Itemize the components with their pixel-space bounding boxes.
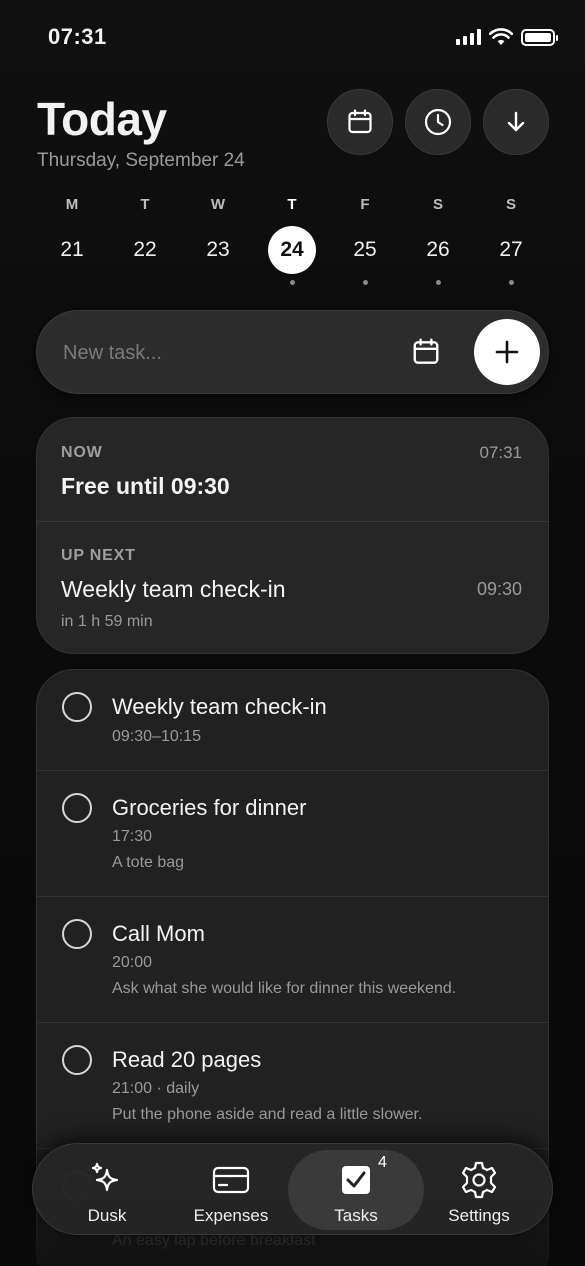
tab-label: Settings	[448, 1206, 510, 1225]
task-item[interactable]: Weekly team check-in 09:30–10:15	[37, 670, 548, 771]
day-number: 23	[206, 238, 230, 261]
task-time: 17:30	[112, 828, 153, 845]
tab-label: Expenses	[193, 1206, 269, 1225]
day-23[interactable]: W 23	[190, 194, 246, 274]
task-title: Call Mom	[112, 921, 205, 946]
status-bar: 07:31	[48, 22, 558, 54]
calendar-button[interactable]	[327, 89, 393, 155]
task-time: 21:00 · daily	[112, 1080, 200, 1097]
task-note: A tote bag	[112, 854, 185, 871]
calendar-icon	[348, 109, 372, 134]
event-dot	[508, 280, 514, 285]
wifi-icon	[489, 28, 513, 45]
gear-icon	[461, 1161, 497, 1199]
tasks-badge: 4	[378, 1154, 387, 1171]
now-label: NOW	[61, 444, 103, 461]
day-27[interactable]: S 27	[483, 194, 539, 285]
day-number: 24	[268, 226, 316, 274]
up-next-countdown: in 1 h 59 min	[61, 613, 153, 630]
divider	[37, 521, 548, 522]
status-time: 07:31	[48, 24, 107, 49]
task-item[interactable]: Groceries for dinner 17:30 A tote bag	[37, 771, 548, 897]
tab-bar: Dusk Expenses 4 Tasks Settings	[32, 1143, 553, 1235]
task-note: Put the phone aside and read a little sl…	[112, 1106, 423, 1123]
day-21[interactable]: M 21	[44, 194, 100, 274]
task-item[interactable]: Read 20 pages 21:00 · daily Put the phon…	[37, 1023, 548, 1149]
up-next-title[interactable]: Weekly team check-in	[61, 576, 286, 603]
sparkles-icon	[91, 1162, 119, 1192]
battery-icon	[521, 28, 558, 46]
day-number: 26	[426, 238, 450, 261]
day-25[interactable]: F 25	[337, 194, 393, 285]
day-number: 22	[133, 238, 157, 261]
day-24-selected[interactable]: T 24	[264, 194, 320, 285]
tab-dusk[interactable]: Dusk	[43, 1150, 171, 1230]
tab-label: Tasks	[334, 1206, 378, 1225]
task-title: Weekly team check-in	[112, 694, 327, 719]
task-checkbox[interactable]	[62, 1045, 92, 1075]
now-title: Free until 09:30	[61, 473, 230, 499]
now-time: 07:31	[479, 443, 522, 462]
status-icons	[456, 28, 558, 46]
day-number: 21	[60, 238, 84, 261]
task-checkbox[interactable]	[62, 793, 92, 823]
now-card: NOW 07:31 Free until 09:30 UP NEXT Weekl…	[36, 417, 549, 654]
up-next-time: 09:30	[476, 579, 522, 599]
task-checkbox[interactable]	[62, 919, 92, 949]
tab-settings[interactable]: Settings	[415, 1150, 543, 1230]
day-number: 27	[499, 238, 523, 261]
page-title: Today	[37, 93, 167, 145]
clock-icon	[424, 108, 452, 136]
task-note: Ask what she would like for dinner this …	[112, 980, 457, 997]
day-number: 25	[353, 238, 377, 261]
event-dot	[289, 280, 295, 285]
task-title: Groceries for dinner	[112, 795, 307, 820]
card-icon	[212, 1166, 250, 1194]
task-date-button[interactable]	[411, 337, 441, 367]
signal-icon	[456, 29, 481, 45]
day-22[interactable]: T 22	[117, 194, 173, 274]
task-item[interactable]: Call Mom 20:00 Ask what she would like f…	[37, 897, 548, 1023]
task-time: 20:00	[112, 954, 153, 971]
task-checkbox[interactable]	[62, 692, 92, 722]
calendar-icon	[413, 338, 439, 364]
task-time: 09:30–10:15	[112, 728, 201, 745]
week-strip: M 21 T 22 W 23 T 24 F 25 S 26 S 27	[36, 194, 548, 285]
download-button[interactable]	[483, 89, 549, 155]
plus-icon	[495, 340, 519, 364]
arrow-down-icon	[507, 111, 525, 132]
event-dot	[435, 280, 441, 285]
checkbox-icon	[342, 1166, 370, 1194]
new-task-input[interactable]	[63, 333, 383, 373]
task-title: Read 20 pages	[112, 1047, 262, 1072]
clock-button[interactable]	[405, 89, 471, 155]
screen: 07:31 Today Thursday, September 24 M 21 …	[0, 0, 585, 1266]
add-task-button[interactable]	[474, 319, 540, 385]
tab-label: Dusk	[87, 1206, 127, 1225]
page-date: Thursday, September 24	[37, 150, 245, 171]
event-dot	[362, 280, 368, 285]
day-26[interactable]: S 26	[410, 194, 466, 285]
new-task-bar	[36, 310, 549, 394]
up-next-label: UP NEXT	[61, 547, 136, 564]
tab-expenses[interactable]: Expenses	[167, 1150, 295, 1230]
tab-tasks[interactable]: 4 Tasks	[288, 1150, 424, 1230]
